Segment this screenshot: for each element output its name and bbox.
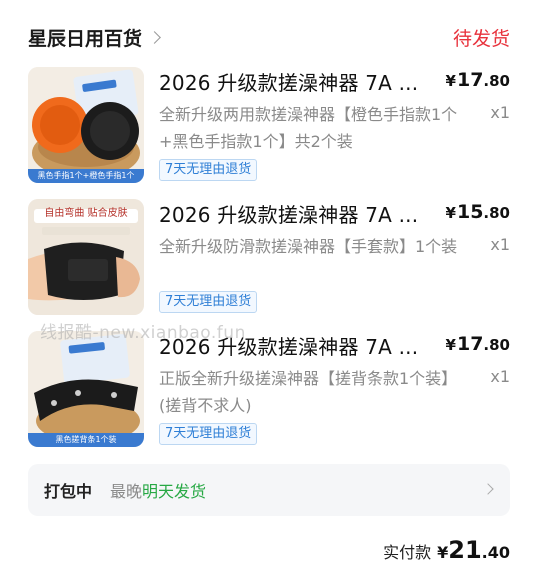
product-title: 2026 升级款搓澡神器 7A ...: [159, 71, 419, 95]
item-quantity: x1: [490, 235, 510, 254]
product-thumbnail[interactable]: 自由弯曲 贴合皮肤: [28, 199, 144, 315]
order-status: 待发货: [452, 27, 510, 50]
return-policy-badge: 7天无理由退货: [159, 291, 258, 313]
chevron-right-icon: [482, 483, 494, 495]
product-spec: 全新升级两用款搓澡神器【橙色手指款1个+黑色手指款1个】共2个装: [159, 105, 458, 151]
return-policy-badge: 7天无理由退货: [159, 423, 258, 445]
item-price: ¥17.80: [445, 333, 510, 355]
item-price: ¥15.80: [445, 201, 510, 223]
total-amount-integer: 21: [448, 536, 482, 564]
store-name: 星辰日用百货: [28, 27, 143, 50]
product-spec: 正版全新升级搓澡神器【搓背条款1个装】(搓背不求人): [159, 369, 458, 415]
shipping-eta: 明天发货: [142, 482, 207, 501]
order-item[interactable]: 黑色手指1个+橙色手指1个 2026 升级款搓澡神器 7A ... ¥17.80…: [28, 67, 510, 185]
item-price: ¥17.80: [445, 69, 510, 91]
product-spec: 全新升级防滑款搓澡神器【手套款】1个装: [159, 237, 458, 256]
order-header: 星辰日用百货 待发货: [28, 22, 510, 52]
product-thumbnail[interactable]: 黑色搓背条1个装: [28, 331, 144, 447]
item-quantity: x1: [490, 103, 510, 122]
item-quantity: x1: [490, 367, 510, 386]
product-image: [28, 67, 144, 183]
product-thumbnail[interactable]: 黑色手指1个+橙色手指1个: [28, 67, 144, 183]
thumbnail-caption: 黑色手指1个+橙色手指1个: [28, 169, 144, 183]
total-amount-decimal: .40: [481, 543, 510, 562]
shipping-status-bar[interactable]: 打包中 最晚 明天发货: [28, 464, 510, 516]
total-paid: 实付款 ¥ 21 .40: [383, 536, 510, 564]
total-currency: ¥: [437, 543, 449, 562]
return-policy-badge: 7天无理由退货: [159, 159, 258, 181]
watermark: 线报酷-new.xianbao.fun: [40, 323, 246, 343]
store-link[interactable]: 星辰日用百货: [28, 24, 161, 51]
product-title: 2026 升级款搓澡神器 7A ...: [159, 203, 419, 227]
thumbnail-caption: 自由弯曲 贴合皮肤: [44, 208, 128, 219]
order-item[interactable]: 自由弯曲 贴合皮肤 2026 升级款搓澡神器 7A ... ¥15.80 全新升…: [28, 199, 510, 317]
shipping-eta-prefix: 最晚: [110, 482, 143, 501]
shipping-status: 打包中: [44, 482, 93, 501]
order-item[interactable]: 黑色搓背条1个装 2026 升级款搓澡神器 7A ... ¥17.80 正版全新…: [28, 331, 510, 449]
chevron-right-icon: [148, 30, 161, 44]
product-image: [28, 331, 144, 447]
total-label: 实付款: [383, 543, 432, 562]
thumbnail-caption: 黑色搓背条1个装: [28, 433, 144, 447]
